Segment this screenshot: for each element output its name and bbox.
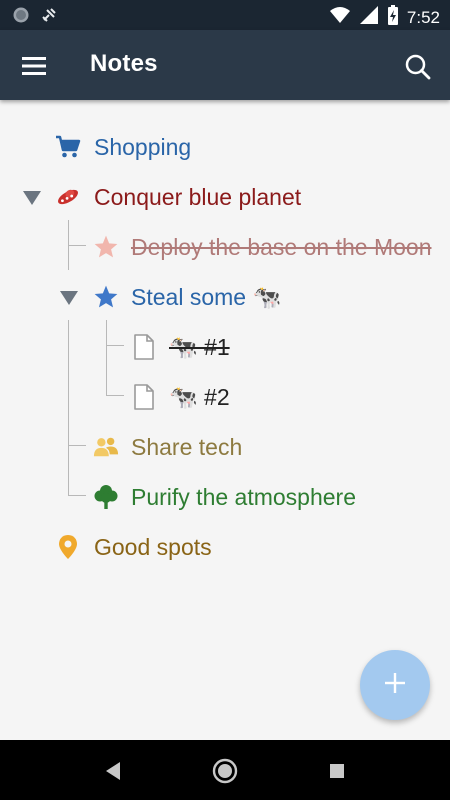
tree-item-label: 🐄 #1	[169, 334, 230, 360]
expand-toggle-icon[interactable]	[59, 287, 79, 307]
tree-item-good-spots[interactable]: Good spots	[0, 522, 450, 572]
tree-item-purify-atmosphere[interactable]: Purify the atmosphere	[0, 472, 450, 522]
location-pin-icon	[55, 534, 81, 560]
page-title: Notes	[90, 50, 158, 77]
tree-item-label: Good spots	[94, 534, 212, 560]
satellite-notification-icon	[40, 6, 58, 29]
tree-item-label: Conquer blue planet	[94, 184, 302, 210]
plus-icon	[383, 671, 407, 700]
notes-tree: Shopping Conquer blue planet Deploy the …	[0, 100, 450, 740]
document-icon	[131, 334, 157, 360]
star-icon	[93, 234, 119, 260]
hamburger-menu-icon[interactable]	[16, 48, 52, 84]
star-icon	[93, 284, 119, 310]
tree-icon	[93, 484, 119, 510]
people-icon	[93, 434, 119, 460]
status-time: 7:52	[406, 7, 440, 27]
ufo-icon	[55, 184, 81, 210]
battery-charging-icon	[387, 4, 399, 31]
tree-item-steal-some[interactable]: Steal some 🐄	[0, 272, 450, 322]
home-circle-icon[interactable]	[212, 758, 238, 784]
status-bar: 7:52	[0, 0, 450, 30]
tree-item-conquer-blue-planet[interactable]: Conquer blue planet	[0, 172, 450, 222]
tree-item-label: Share tech	[131, 434, 243, 460]
tree-item-shopping[interactable]: Shopping	[0, 122, 450, 172]
add-note-button[interactable]	[360, 650, 430, 720]
tree-item-label: Purify the atmosphere	[131, 484, 357, 510]
app-bar: Notes	[0, 30, 450, 100]
cell-signal-icon	[359, 5, 379, 30]
recents-square-icon[interactable]	[324, 758, 350, 784]
tree-item-cow-2[interactable]: 🐄 #2	[0, 372, 450, 422]
back-triangle-icon[interactable]	[100, 758, 126, 784]
tree-item-share-tech[interactable]: Share tech	[0, 422, 450, 472]
expand-toggle-icon[interactable]	[22, 187, 42, 207]
tree-item-label: 🐄 #2	[169, 384, 230, 410]
tree-item-label: Shopping	[94, 134, 192, 160]
document-icon	[131, 384, 157, 410]
system-nav-bar	[0, 740, 450, 800]
search-icon[interactable]	[398, 47, 438, 87]
circle-notification-icon	[12, 6, 30, 29]
tree-item-deploy-base[interactable]: Deploy the base on the Moon	[0, 222, 450, 272]
tree-item-cow-1[interactable]: 🐄 #1	[0, 322, 450, 372]
wifi-icon	[329, 5, 351, 30]
tree-item-label: Steal some 🐄	[131, 284, 282, 310]
tree-item-label: Deploy the base on the Moon	[131, 234, 432, 260]
cart-icon	[55, 134, 81, 160]
